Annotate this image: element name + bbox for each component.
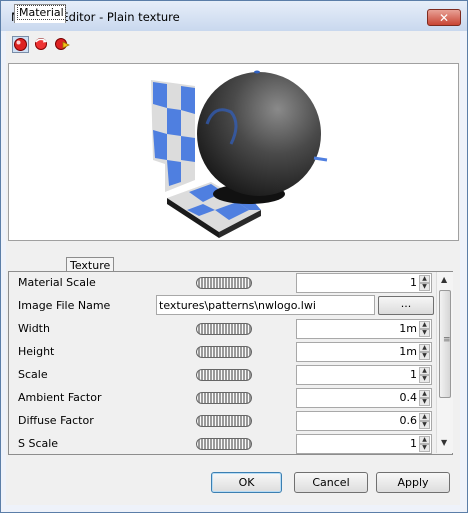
property-row-scale: Scale 1 ▲ ▼ bbox=[8, 364, 435, 386]
grip-icon: ≡ bbox=[443, 335, 451, 345]
spinner-value: 0.4 bbox=[399, 391, 418, 404]
spin-up-button[interactable]: ▲ bbox=[419, 344, 430, 352]
height-spinner[interactable]: 1m ▲ ▼ bbox=[296, 342, 432, 362]
spin-down-button[interactable]: ▼ bbox=[419, 352, 430, 360]
property-row-height: Height 1m ▲ ▼ bbox=[8, 341, 435, 363]
scroll-up-arrow-icon[interactable]: ▲ bbox=[441, 275, 447, 284]
browse-button[interactable]: ... bbox=[378, 296, 434, 315]
properties-list: Material Scale 1 ▲ ▼ Image File Name text… bbox=[8, 271, 435, 454]
property-row-s-scale: S Scale 1 ▲ ▼ bbox=[8, 433, 435, 454]
material-scale-spinner[interactable]: 1 ▲ ▼ bbox=[296, 273, 432, 293]
spin-down-button[interactable]: ▼ bbox=[419, 421, 430, 429]
property-row-width: Width 1m ▲ ▼ bbox=[8, 318, 435, 340]
spinner-value: 1m bbox=[399, 345, 417, 358]
spin-up-button[interactable]: ▲ bbox=[419, 413, 430, 421]
jog-wheel[interactable] bbox=[196, 369, 252, 381]
property-label: S Scale bbox=[18, 437, 59, 450]
spinner-value: 0.6 bbox=[399, 414, 418, 427]
render-sphere-icon bbox=[14, 38, 27, 51]
close-button[interactable]: ✕ bbox=[427, 9, 461, 26]
cancel-button[interactable]: Cancel bbox=[294, 472, 368, 493]
sphere-settings-icon bbox=[55, 38, 70, 50]
spinner-value: 1 bbox=[410, 437, 417, 450]
jog-wheel[interactable] bbox=[196, 438, 252, 450]
image-file-name-input[interactable]: textures\patterns\nwlogo.lwi bbox=[156, 295, 375, 315]
preview-render-image bbox=[151, 70, 328, 238]
spin-down-button[interactable]: ▼ bbox=[419, 375, 430, 383]
ok-button[interactable]: OK bbox=[211, 472, 282, 493]
property-label: Ambient Factor bbox=[18, 391, 102, 404]
sphere-settings-button[interactable] bbox=[54, 36, 71, 53]
diffuse-factor-spinner[interactable]: 0.6 ▲ ▼ bbox=[296, 411, 432, 431]
title-bar[interactable]: Material Editor - Plain texture ✕ bbox=[1, 1, 467, 31]
spin-up-button[interactable]: ▲ bbox=[419, 275, 430, 283]
spin-up-button[interactable]: ▲ bbox=[419, 321, 430, 329]
jog-wheel[interactable] bbox=[196, 323, 252, 335]
jog-wheel[interactable] bbox=[196, 415, 252, 427]
property-label: Material Scale bbox=[18, 276, 96, 289]
property-row-ambient-factor: Ambient Factor 0.4 ▲ ▼ bbox=[8, 387, 435, 409]
render-sphere-button[interactable] bbox=[12, 36, 29, 53]
properties-scrollbar[interactable]: ▲ ≡ ▼ bbox=[436, 272, 453, 453]
spin-up-button[interactable]: ▲ bbox=[419, 367, 430, 375]
scroll-down-arrow-icon[interactable]: ▼ bbox=[441, 438, 447, 447]
spinner-value: 1 bbox=[410, 276, 417, 289]
property-label: Scale bbox=[18, 368, 48, 381]
spinner-value: 1 bbox=[410, 368, 417, 381]
apply-button[interactable]: Apply bbox=[376, 472, 450, 493]
spin-up-button[interactable]: ▲ bbox=[419, 390, 430, 398]
scrollbar-thumb[interactable]: ≡ bbox=[439, 290, 451, 398]
jog-wheel[interactable] bbox=[196, 346, 252, 358]
jog-wheel[interactable] bbox=[196, 392, 252, 404]
material-preview[interactable] bbox=[8, 63, 459, 241]
spin-down-button[interactable]: ▼ bbox=[419, 329, 430, 337]
property-row-material-scale: Material Scale 1 ▲ ▼ bbox=[8, 272, 435, 294]
spin-down-button[interactable]: ▼ bbox=[419, 398, 430, 406]
rotate-arrows-icon bbox=[35, 38, 47, 50]
property-label: Image File Name bbox=[18, 299, 111, 312]
spin-down-button[interactable]: ▼ bbox=[419, 444, 430, 452]
width-spinner[interactable]: 1m ▲ ▼ bbox=[296, 319, 432, 339]
property-row-image-file-name: Image File Name textures\patterns\nwlogo… bbox=[8, 295, 435, 317]
property-label: Height bbox=[18, 345, 55, 358]
property-row-diffuse-factor: Diffuse Factor 0.6 ▲ ▼ bbox=[8, 410, 435, 432]
spin-up-button[interactable]: ▲ bbox=[419, 436, 430, 444]
rotate-view-button[interactable] bbox=[33, 36, 50, 53]
s-scale-spinner[interactable]: 1 ▲ ▼ bbox=[296, 434, 432, 454]
tab-material[interactable]: Material bbox=[14, 4, 66, 23]
property-label: Diffuse Factor bbox=[18, 414, 94, 427]
property-label: Width bbox=[18, 322, 50, 335]
jog-wheel[interactable] bbox=[196, 277, 252, 289]
spin-down-button[interactable]: ▼ bbox=[419, 283, 430, 291]
scale-spinner[interactable]: 1 ▲ ▼ bbox=[296, 365, 432, 385]
spinner-value: 1m bbox=[399, 322, 417, 335]
ambient-factor-spinner[interactable]: 0.4 ▲ ▼ bbox=[296, 388, 432, 408]
